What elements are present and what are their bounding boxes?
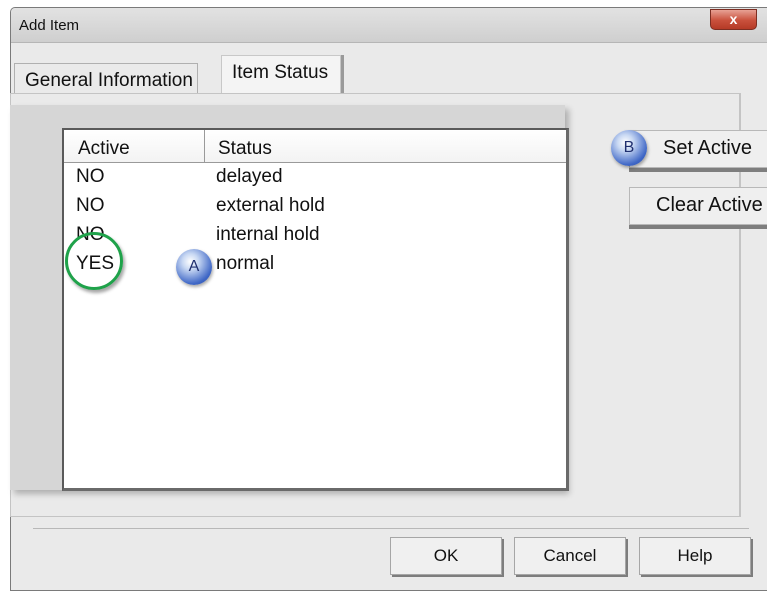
column-header-status[interactable]: Status: [218, 138, 272, 160]
active-cell: NO: [76, 166, 105, 187]
title-bar: Add Item x: [11, 8, 767, 43]
set-active-button[interactable]: Set Active: [629, 130, 767, 168]
status-cell: internal hold: [216, 224, 320, 245]
list-row[interactable]: NO external hold: [64, 195, 566, 224]
list-header: Active Status: [64, 130, 566, 163]
status-cell: external hold: [216, 195, 325, 216]
highlight-ring: [65, 232, 123, 290]
ok-button[interactable]: OK: [390, 537, 502, 575]
close-icon: x: [729, 11, 738, 27]
footer-divider: [33, 528, 749, 529]
clear-active-button[interactable]: Clear Active: [629, 187, 767, 225]
column-divider[interactable]: [204, 130, 205, 162]
close-button[interactable]: x: [710, 9, 757, 30]
callout-b-badge: B: [611, 130, 647, 166]
status-list[interactable]: Active Status NO delayed NO external hol…: [62, 128, 569, 491]
column-header-active[interactable]: Active: [78, 138, 130, 160]
help-button[interactable]: Help: [639, 537, 751, 575]
clear-active-label: Clear Active: [656, 194, 763, 216]
active-cell: NO: [76, 195, 105, 216]
status-cell: normal: [216, 253, 275, 274]
window-title: Add Item: [19, 17, 80, 34]
callout-b-label: B: [623, 139, 635, 156]
list-row[interactable]: YES normal: [64, 253, 566, 282]
callout-a-label: A: [188, 258, 200, 275]
cancel-button[interactable]: Cancel: [514, 537, 626, 575]
callout-a-badge: A: [176, 249, 212, 285]
list-row[interactable]: NO internal hold: [64, 224, 566, 253]
set-active-label: Set Active: [663, 137, 752, 159]
list-row[interactable]: NO delayed: [64, 166, 566, 195]
status-cell: delayed: [216, 166, 283, 187]
